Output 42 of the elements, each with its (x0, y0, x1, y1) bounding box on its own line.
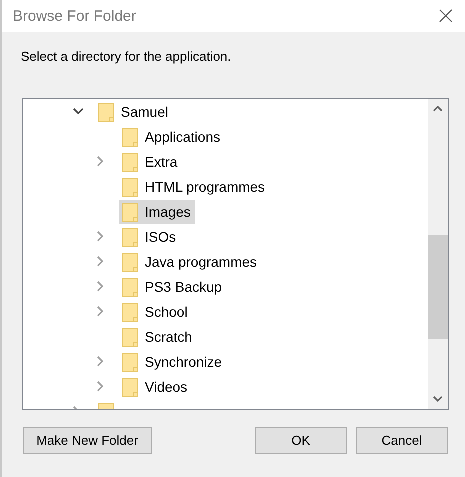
chevron-right-icon[interactable] (97, 256, 104, 267)
scrollbar-thumb[interactable] (428, 235, 448, 339)
chevron-down-icon[interactable] (73, 108, 84, 115)
folder-icon (122, 252, 139, 272)
ok-button[interactable]: OK (255, 427, 347, 454)
folder-icon (122, 326, 139, 346)
folder-icon (122, 276, 139, 296)
close-icon[interactable] (439, 9, 453, 23)
folder-icon (122, 302, 139, 322)
scrollbar[interactable] (428, 99, 448, 409)
tree-item[interactable]: Applications (119, 124, 224, 148)
folder-icon (122, 226, 139, 246)
folder-icon (122, 352, 139, 372)
instruction-text: Select a directory for the application. (21, 49, 232, 66)
make-new-folder-button[interactable]: Make New Folder (23, 427, 152, 454)
tree-item[interactable]: Videos (119, 374, 192, 398)
window-title: Browse For Folder (13, 8, 136, 24)
tree-item[interactable]: Synchronize (119, 350, 226, 374)
cancel-button[interactable]: Cancel (356, 427, 448, 454)
chevron-right-icon[interactable] (97, 156, 104, 167)
folder-icon (98, 102, 115, 122)
folder-icon (122, 376, 139, 396)
chevron-right-icon[interactable] (97, 281, 104, 292)
chevron-right-icon[interactable] (97, 356, 104, 367)
tree-item[interactable]: ISOs (119, 224, 180, 248)
chevron-right-icon[interactable] (97, 306, 104, 317)
tree-item[interactable]: Scratch (119, 324, 196, 348)
folder-icon (122, 126, 139, 146)
chevron-right-icon[interactable] (97, 231, 104, 242)
tree-item[interactable]: Images (119, 200, 195, 224)
scroll-up-icon[interactable] (433, 106, 443, 112)
tree-item[interactable]: School (119, 300, 192, 324)
chevron-right-icon[interactable] (97, 381, 104, 392)
tree-item[interactable]: PS3 Backup (119, 274, 226, 298)
tree-item[interactable]: HTML programmes (119, 174, 270, 198)
tree-item[interactable]: Java programmes (119, 250, 262, 274)
tree-item[interactable]: Samuel (95, 100, 172, 124)
scroll-down-icon[interactable] (433, 396, 443, 402)
folder-icon (122, 202, 139, 222)
folder-icon (122, 176, 139, 196)
folder-icon (122, 152, 139, 172)
tree-item[interactable]: Extra (119, 150, 182, 174)
